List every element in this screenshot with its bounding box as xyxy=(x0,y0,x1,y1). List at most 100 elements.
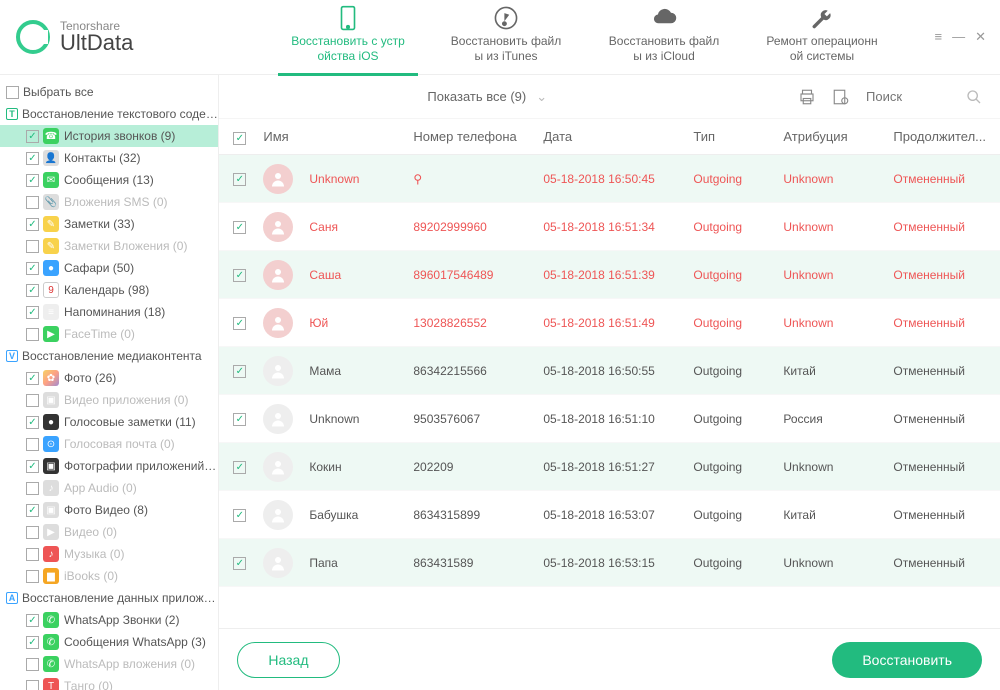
item-checkbox[interactable] xyxy=(26,658,39,671)
sidebar-group-0[interactable]: TВосстановление текстового содержи xyxy=(0,103,218,125)
item-checkbox[interactable] xyxy=(26,372,39,385)
table-row[interactable]: Мама8634221556605-18-2018 16:50:55Outgoi… xyxy=(219,347,1000,395)
item-checkbox[interactable] xyxy=(26,328,39,341)
recover-button[interactable]: Восстановить xyxy=(832,642,982,678)
sidebar-item[interactable]: ▶Видео (0) xyxy=(0,521,218,543)
item-checkbox[interactable] xyxy=(26,218,39,231)
sidebar-select-all[interactable]: Выбрать все xyxy=(0,81,218,103)
tab-music[interactable]: Восстановить файлы из iTunes xyxy=(436,0,576,76)
cell-type: Outgoing xyxy=(693,316,783,330)
tab-cloud[interactable]: Восстановить файлы из iCloud xyxy=(594,0,734,76)
sidebar-item[interactable]: ▶FaceTime (0) xyxy=(0,323,218,345)
sidebar-item[interactable]: ✎Заметки Вложения (0) xyxy=(0,235,218,257)
sidebar-item[interactable]: ✆WhatsApp вложения (0) xyxy=(0,653,218,675)
sidebar-item[interactable]: ⊙Голосовая почта (0) xyxy=(0,433,218,455)
item-checkbox[interactable] xyxy=(26,504,39,517)
item-checkbox[interactable] xyxy=(26,152,39,165)
item-checkbox[interactable] xyxy=(26,394,39,407)
row-checkbox[interactable] xyxy=(233,317,246,330)
sidebar-item[interactable]: ●Сафари (50) xyxy=(0,257,218,279)
sidebar-item[interactable]: TТанго (0) xyxy=(0,675,218,690)
back-button[interactable]: Назад xyxy=(237,642,339,678)
row-checkbox[interactable] xyxy=(233,413,246,426)
table-row[interactable]: Саня8920299996005-18-2018 16:51:34Outgoi… xyxy=(219,203,1000,251)
row-checkbox[interactable] xyxy=(233,461,246,474)
col-header-phone[interactable]: Номер телефона xyxy=(413,129,543,144)
sidebar-item[interactable]: ✿Фото (26) xyxy=(0,367,218,389)
item-checkbox[interactable] xyxy=(26,570,39,583)
select-all-checkbox[interactable] xyxy=(6,86,19,99)
sidebar-item[interactable]: ✉Сообщения (13) xyxy=(0,169,218,191)
table-row[interactable]: Бабушка863431589905-18-2018 16:53:07Outg… xyxy=(219,491,1000,539)
sidebar-item-label: Танго (0) xyxy=(64,679,113,690)
item-checkbox[interactable] xyxy=(26,196,39,209)
minimize-icon[interactable]: — xyxy=(952,29,965,45)
search-icon[interactable] xyxy=(966,89,982,105)
sidebar-item[interactable]: ▣Фото Видео (8) xyxy=(0,499,218,521)
item-checkbox[interactable] xyxy=(26,680,39,690)
col-header-date[interactable]: Дата xyxy=(543,129,693,144)
item-checkbox[interactable] xyxy=(26,526,39,539)
item-checkbox[interactable] xyxy=(26,548,39,561)
sidebar-item[interactable]: ☎История звонков (9) xyxy=(0,125,218,147)
row-checkbox[interactable] xyxy=(233,509,246,522)
filter-dropdown[interactable]: Показать все (9) ⌄ xyxy=(427,89,547,105)
sidebar-item[interactable]: ●Голосовые заметки (11) xyxy=(0,411,218,433)
sidebar-group-1[interactable]: VВосстановление медиаконтента xyxy=(0,345,218,367)
tab-phone[interactable]: Восстановить с устройства iOS xyxy=(278,0,418,76)
col-header-name[interactable]: Имя xyxy=(263,129,413,144)
item-checkbox[interactable] xyxy=(26,460,39,473)
row-checkbox[interactable] xyxy=(233,173,246,186)
print-icon[interactable] xyxy=(798,88,816,106)
col-header-attr[interactable]: Атрибуция xyxy=(783,129,893,144)
tab-wrench[interactable]: Ремонт операционной системы xyxy=(752,0,892,76)
sidebar-item[interactable]: ✆WhatsApp Звонки (2) xyxy=(0,609,218,631)
item-checkbox[interactable] xyxy=(26,284,39,297)
sidebar-item[interactable]: 9Календарь (98) xyxy=(0,279,218,301)
row-checkbox[interactable] xyxy=(233,557,246,570)
sidebar-item[interactable]: ▆iBooks (0) xyxy=(0,565,218,587)
sidebar-item[interactable]: 📎Вложения SMS (0) xyxy=(0,191,218,213)
table-row[interactable]: Папа86343158905-18-2018 16:53:15Outgoing… xyxy=(219,539,1000,587)
table-row[interactable]: Саша89601754648905-18-2018 16:51:39Outgo… xyxy=(219,251,1000,299)
settings-icon[interactable] xyxy=(832,88,850,106)
item-checkbox[interactable] xyxy=(26,636,39,649)
cell-dur: Отмененный xyxy=(893,316,986,330)
item-checkbox[interactable] xyxy=(26,240,39,253)
item-checkbox[interactable] xyxy=(26,306,39,319)
sidebar-item[interactable]: ✆Сообщения WhatsApp (3) xyxy=(0,631,218,653)
cell-date: 05-18-2018 16:51:49 xyxy=(543,316,693,330)
menu-icon[interactable]: ≡ xyxy=(935,29,943,45)
col-header-dur[interactable]: Продолжител... xyxy=(893,129,986,144)
item-checkbox[interactable] xyxy=(26,262,39,275)
sidebar-item[interactable]: ▣Фотографии приложений (24 xyxy=(0,455,218,477)
item-checkbox[interactable] xyxy=(26,416,39,429)
search-input[interactable] xyxy=(866,89,936,104)
sidebar-item[interactable]: ♪App Audio (0) xyxy=(0,477,218,499)
table-row[interactable]: Кокин20220905-18-2018 16:51:27OutgoingUn… xyxy=(219,443,1000,491)
sidebar-item[interactable]: 👤Контакты (32) xyxy=(0,147,218,169)
sidebar-item-label: Фото Видео (8) xyxy=(64,503,148,517)
sidebar-group-2[interactable]: AВосстановление данных приложений xyxy=(0,587,218,609)
search-box[interactable] xyxy=(866,89,982,105)
row-checkbox[interactable] xyxy=(233,269,246,282)
sidebar-item[interactable]: ▣Видео приложения (0) xyxy=(0,389,218,411)
sidebar-item[interactable]: ♪Музыка (0) xyxy=(0,543,218,565)
close-icon[interactable]: ✕ xyxy=(975,29,986,45)
item-checkbox[interactable] xyxy=(26,130,39,143)
table-row[interactable]: Юй1302882655205-18-2018 16:51:49Outgoing… xyxy=(219,299,1000,347)
select-all-checkbox[interactable] xyxy=(233,132,246,145)
category-icon: ✆ xyxy=(43,656,59,672)
item-checkbox[interactable] xyxy=(26,438,39,451)
table-row[interactable]: Unknown950357606705-18-2018 16:51:10Outg… xyxy=(219,395,1000,443)
item-checkbox[interactable] xyxy=(26,614,39,627)
col-header-type[interactable]: Тип xyxy=(693,129,783,144)
item-checkbox[interactable] xyxy=(26,482,39,495)
row-checkbox[interactable] xyxy=(233,221,246,234)
item-checkbox[interactable] xyxy=(26,174,39,187)
cell-attr: Китай xyxy=(783,508,893,522)
sidebar-item[interactable]: ✎Заметки (33) xyxy=(0,213,218,235)
row-checkbox[interactable] xyxy=(233,365,246,378)
table-row[interactable]: Unknown⚲05-18-2018 16:50:45OutgoingUnkno… xyxy=(219,155,1000,203)
sidebar-item[interactable]: ≡Напоминания (18) xyxy=(0,301,218,323)
